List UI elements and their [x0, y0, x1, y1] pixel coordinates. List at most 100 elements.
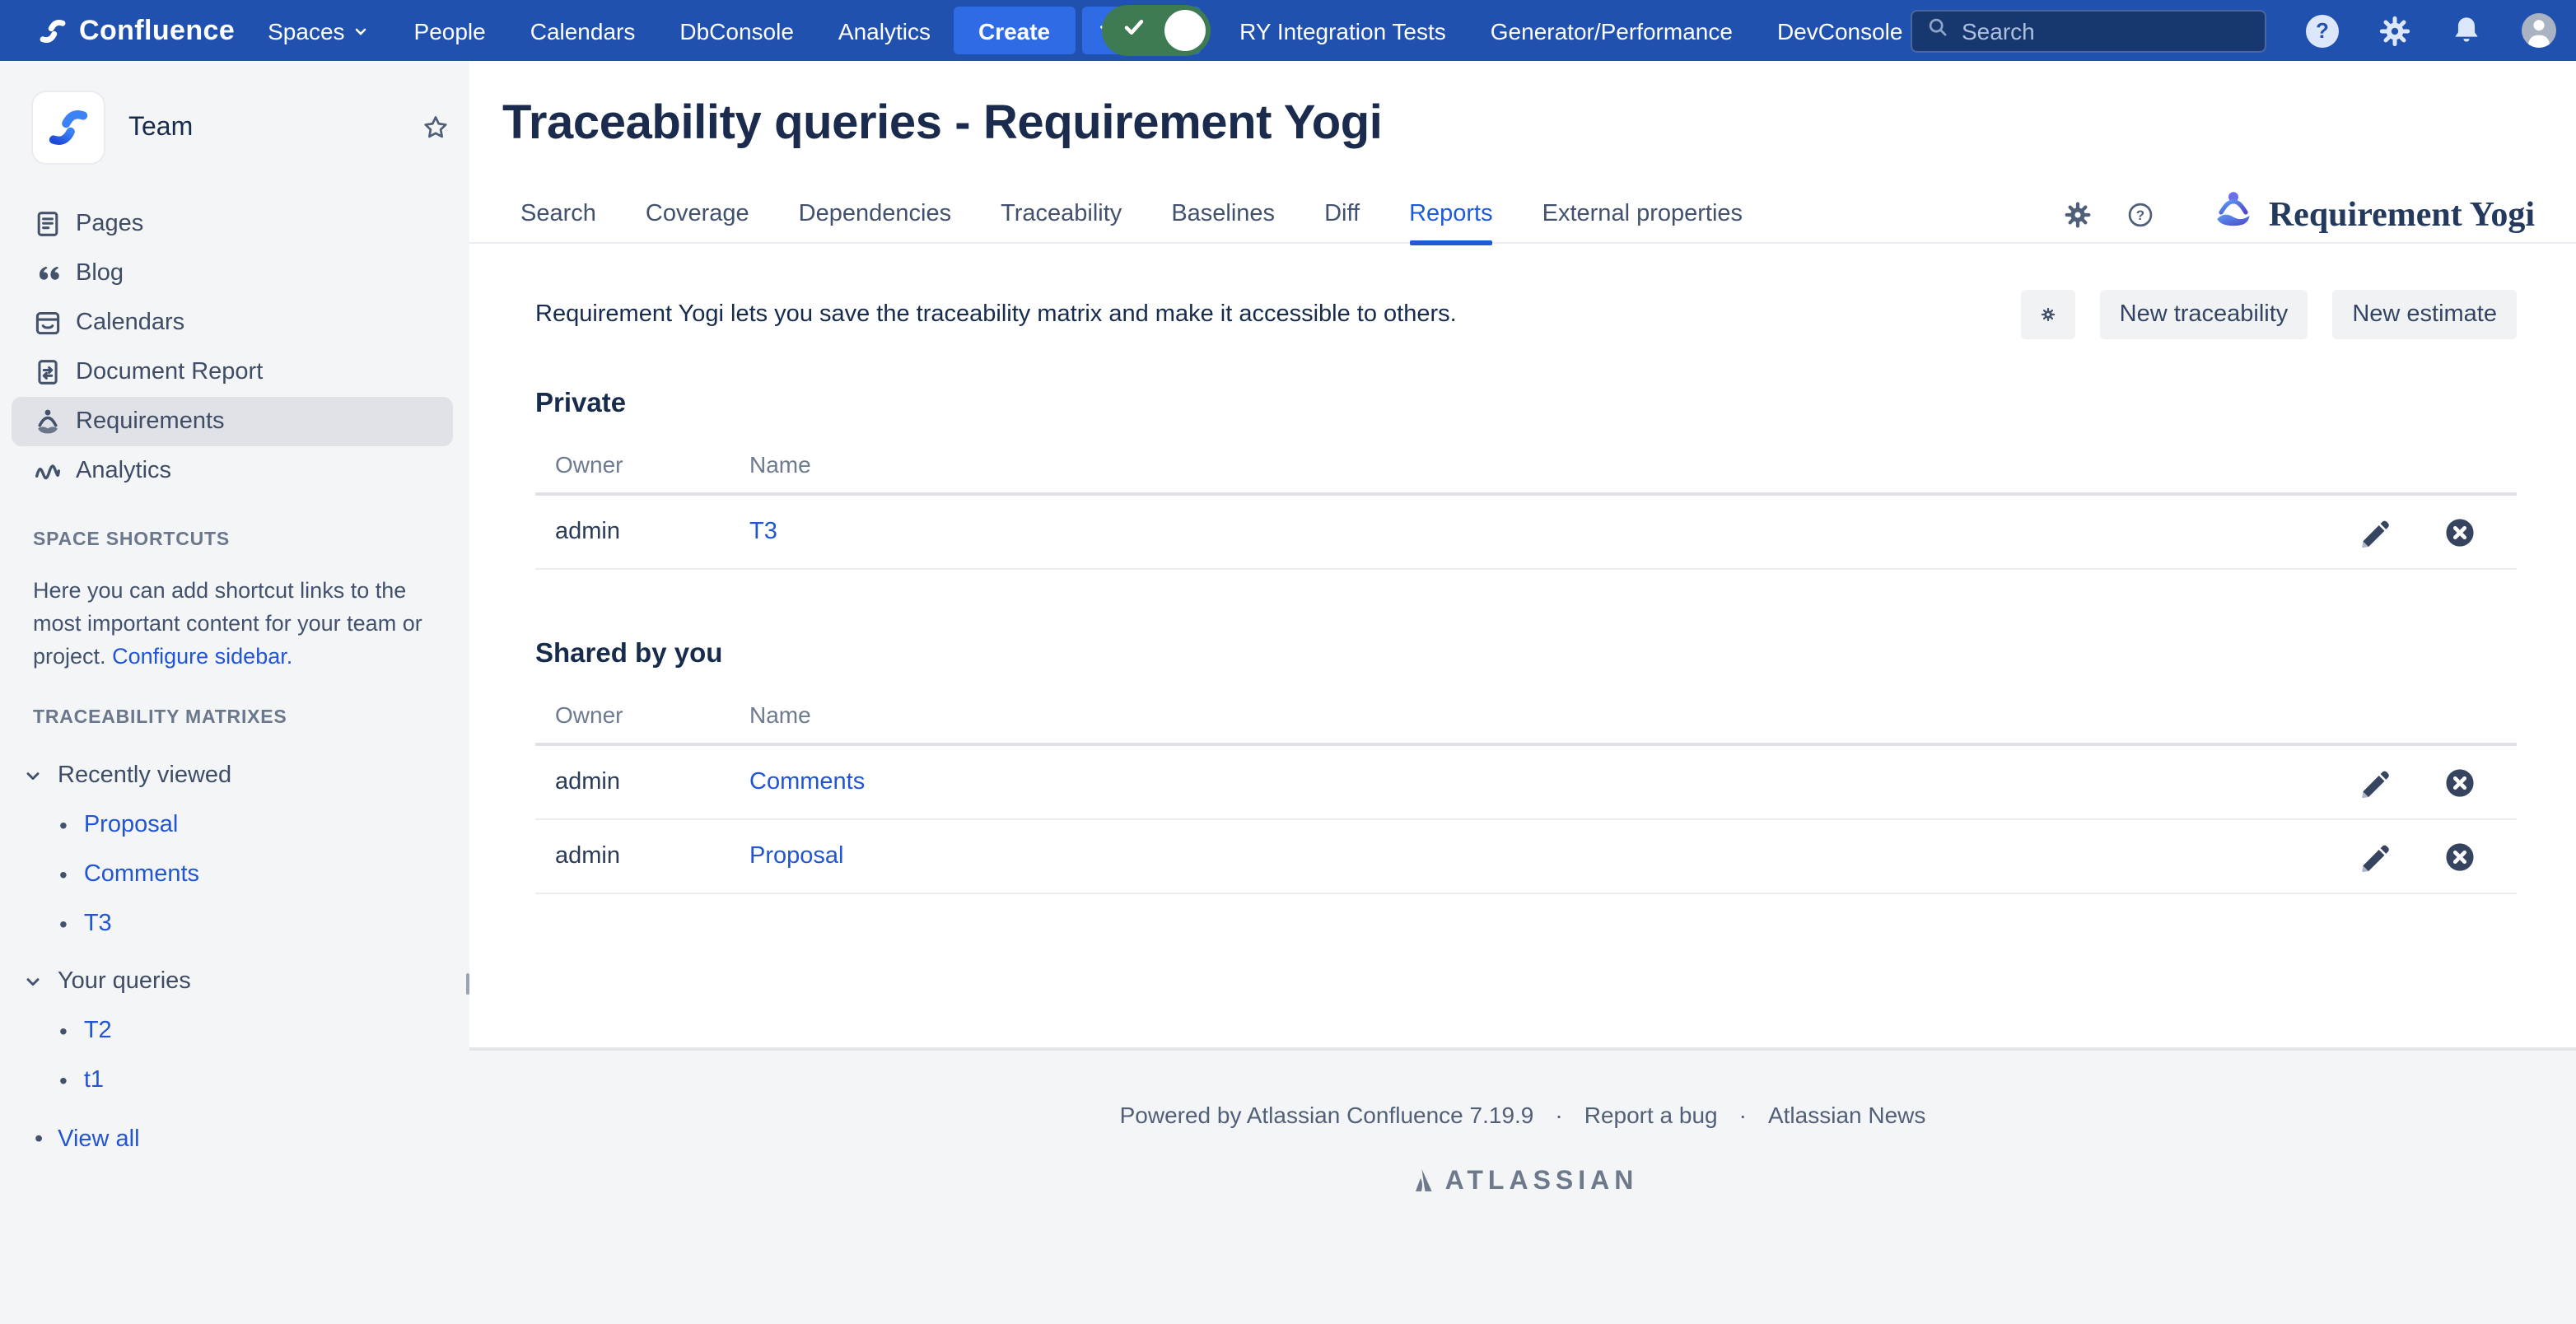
tab-dependencies[interactable]: Dependencies [799, 184, 951, 243]
tab-bar: Search Coverage Dependencies Traceabilit… [469, 184, 2576, 244]
shared-table: Owner Name admin Comments [535, 687, 2517, 894]
tab-traceability[interactable]: Traceability [1001, 184, 1122, 243]
nav-people[interactable]: People [414, 17, 486, 44]
powered-by-text: Powered by Atlassian Confluence 7.19.9 [1120, 1102, 1534, 1128]
user-avatar[interactable] [2522, 13, 2556, 48]
chevron-down-icon [23, 972, 43, 991]
group-recently-viewed[interactable]: Recently viewed [0, 751, 469, 800]
topbar-nav-secondary: RY Integration Tests Generator/Performan… [1239, 17, 1902, 44]
search-input[interactable] [1962, 17, 2250, 44]
edit-pencil-icon[interactable] [2359, 516, 2390, 548]
table-settings-button[interactable] [2021, 290, 2075, 339]
confluence-brand[interactable]: Confluence [38, 14, 235, 47]
create-button[interactable]: Create [954, 7, 1075, 54]
sidebar-item-document-report[interactable]: Document Report [0, 347, 469, 397]
space-logo-icon[interactable] [33, 92, 104, 163]
requirement-yogi-wordmark: Requirement Yogi [2269, 193, 2535, 235]
list-item: T3 [0, 899, 469, 949]
atlassian-logo: ATLASSIAN [469, 1166, 2576, 1199]
confluence-logo-icon [38, 16, 68, 45]
column-header-owner: Owner [555, 451, 749, 478]
query-link-proposal[interactable]: Proposal [749, 843, 843, 869]
nav-generator-performance[interactable]: Generator/Performance [1491, 17, 1733, 44]
edit-pencil-icon[interactable] [2359, 767, 2390, 798]
help-icon[interactable] [2306, 14, 2339, 47]
nav-calendars[interactable]: Calendars [530, 17, 636, 44]
nav-devconsole[interactable]: DevConsole [1777, 17, 1903, 44]
page-title: Traceability queries - Requirement Yogi [502, 97, 2576, 152]
tab-reports[interactable]: Reports [1409, 184, 1493, 243]
svg-text:?: ? [2137, 207, 2145, 222]
table-row: admin T3 [535, 496, 2517, 570]
space-header: Team [0, 61, 469, 193]
sidebar-item-label: Blog [76, 260, 124, 287]
top-navigation-bar: Confluence Spaces People Calendars DbCon… [0, 0, 2576, 61]
toggle-knob [1164, 10, 1205, 51]
settings-gear-icon[interactable] [2065, 200, 2093, 228]
chevron-down-icon [353, 17, 370, 44]
gear-icon[interactable] [2378, 14, 2411, 47]
sidebar-item-label: Calendars [76, 310, 184, 336]
sidebar-item-pages[interactable]: Pages [0, 199, 469, 249]
list-item: t1 [0, 1056, 469, 1105]
atlassian-triangle-icon [1407, 1166, 1435, 1199]
matrix-link-t2[interactable]: T2 [84, 1018, 112, 1044]
report-bug-link[interactable]: Report a bug [1584, 1102, 1718, 1128]
analytics-wave-icon [33, 456, 63, 486]
sidebar-item-requirements[interactable]: Requirements [12, 397, 453, 446]
atlassian-news-link[interactable]: Atlassian News [1768, 1102, 1925, 1128]
query-link-t3[interactable]: T3 [749, 519, 777, 545]
sidebar-item-analytics[interactable]: Analytics [0, 446, 469, 496]
matrix-link-comments[interactable]: Comments [84, 861, 199, 888]
sidebar-item-blog[interactable]: Blog [0, 249, 469, 298]
view-all-link[interactable]: View all [58, 1126, 139, 1153]
description-text: Requirement Yogi lets you save the trace… [535, 301, 1457, 328]
matrix-link-t1[interactable]: t1 [84, 1067, 104, 1093]
table-row: admin Proposal [535, 820, 2517, 894]
row-owner: admin [555, 769, 749, 795]
brand-name: Confluence [79, 14, 235, 47]
search-icon [1927, 16, 1948, 45]
main-content: Traceability queries - Requirement Yogi … [469, 61, 2576, 1051]
nav-dbconsole[interactable]: DbConsole [679, 17, 794, 44]
delete-x-icon[interactable] [2444, 516, 2476, 548]
traceability-matrixes-heading: TRACEABILITY MATRIXES [0, 708, 469, 728]
sidebar-item-calendars[interactable]: Calendars [0, 298, 469, 347]
edit-pencil-icon[interactable] [2359, 841, 2390, 872]
quote-icon [33, 259, 63, 288]
tab-baselines[interactable]: Baselines [1171, 184, 1275, 243]
nav-spaces[interactable]: Spaces [268, 17, 369, 44]
search-box[interactable] [1911, 9, 2266, 52]
yogi-icon [2213, 189, 2256, 239]
tab-diff[interactable]: Diff [1324, 184, 1360, 243]
table-header: Owner Name [535, 436, 2517, 496]
sidebar-item-label: Requirements [76, 408, 225, 435]
help-circle-icon[interactable]: ? [2127, 200, 2155, 228]
nav-analytics[interactable]: Analytics [838, 17, 931, 44]
matrix-link-t3[interactable]: T3 [84, 911, 112, 937]
tab-search[interactable]: Search [520, 184, 596, 243]
extension-toggle[interactable] [1101, 5, 1210, 56]
new-estimate-button[interactable]: New estimate [2332, 290, 2517, 339]
tab-external-properties[interactable]: External properties [1542, 184, 1743, 243]
nav-ry-integration-tests[interactable]: RY Integration Tests [1239, 17, 1446, 44]
matrix-link-proposal[interactable]: Proposal [84, 812, 178, 838]
sidebar-item-label: Analytics [76, 458, 171, 484]
bell-icon[interactable] [2451, 15, 2482, 46]
sidebar-item-label: Pages [76, 211, 143, 237]
table-header: Owner Name [535, 687, 2517, 746]
confluence-app: Confluence Spaces People Calendars DbCon… [0, 0, 2576, 1324]
topbar-right [1911, 9, 2556, 52]
page-footer: Powered by Atlassian Confluence 7.19.9 ·… [469, 1051, 2576, 1199]
sidebar-item-label: Document Report [76, 359, 263, 385]
new-traceability-button[interactable]: New traceability [2100, 290, 2308, 339]
topbar-nav: Spaces People Calendars DbConsole Analyt… [268, 17, 931, 44]
delete-x-icon[interactable] [2444, 767, 2476, 798]
group-label: Recently viewed [58, 762, 231, 789]
star-icon[interactable] [422, 114, 450, 142]
tab-coverage[interactable]: Coverage [646, 184, 749, 243]
configure-sidebar-link[interactable]: Configure sidebar. [112, 644, 292, 669]
group-your-queries[interactable]: Your queries [0, 957, 469, 1006]
query-link-comments[interactable]: Comments [749, 769, 865, 795]
delete-x-icon[interactable] [2444, 841, 2476, 872]
